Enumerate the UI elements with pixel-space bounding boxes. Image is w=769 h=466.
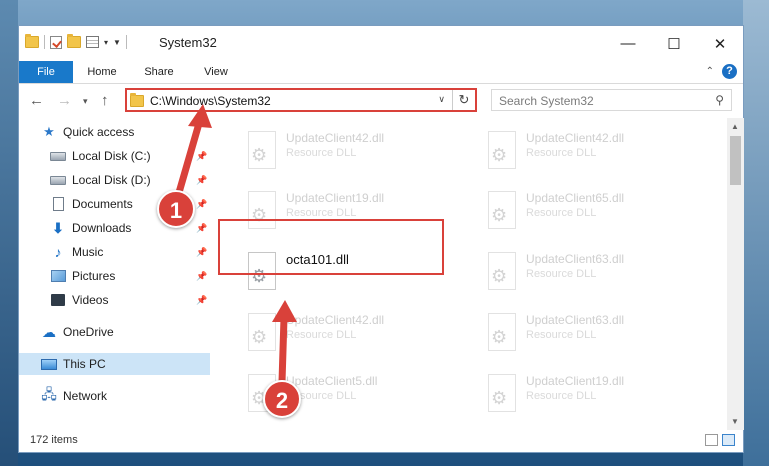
- arrow-2-shaft: [278, 314, 288, 386]
- arrow-1-head: [188, 104, 212, 128]
- arrow-2-head: [272, 300, 297, 322]
- callout-1: 1: [157, 190, 195, 228]
- annotation-arrows: [174, 104, 297, 386]
- callout-2: 2: [263, 380, 301, 418]
- arrow-1-shaft: [174, 116, 204, 200]
